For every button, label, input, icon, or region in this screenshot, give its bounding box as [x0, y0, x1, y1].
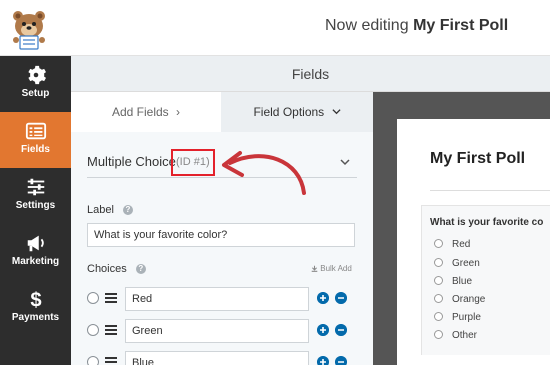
minus-circle-icon[interactable]: [335, 324, 347, 336]
choice-input[interactable]: Red: [125, 287, 309, 311]
field-id-badge: (ID #1): [171, 149, 215, 176]
preview-option-label: Blue: [452, 276, 473, 287]
sidebar-item-label: Settings: [15, 200, 56, 211]
preview-option-label: Purple: [452, 312, 481, 323]
field-type-title: Multiple Choice: [87, 154, 176, 169]
choice-row: Green: [87, 319, 357, 343]
bulk-add-label: Bulk Add: [320, 264, 352, 273]
preview-option: Orange: [434, 294, 485, 305]
plus-circle-icon[interactable]: [317, 292, 329, 304]
chevron-down-icon: [331, 109, 341, 115]
tab-add-fields[interactable]: Add Fields ›: [71, 92, 221, 132]
preview-divider: [430, 190, 550, 191]
sliders-icon: [27, 178, 44, 196]
choice-default-radio[interactable]: [87, 324, 99, 336]
radio-icon: [434, 258, 443, 267]
sidebar-item-label: Fields: [21, 144, 50, 155]
preview-form-title: My First Poll: [430, 150, 526, 167]
fields-list-icon: [25, 122, 46, 140]
radio-icon: [434, 294, 443, 303]
label-heading: Label: [87, 204, 114, 216]
sidebar: Setup Fields Settings Marketing $ Paymen…: [0, 56, 71, 365]
bulk-add-link[interactable]: Bulk Add: [311, 264, 352, 273]
drag-handle-icon[interactable]: [105, 293, 117, 303]
panel-tabs: Add Fields › Field Options: [71, 92, 373, 132]
minus-circle-icon[interactable]: [335, 356, 347, 365]
sidebar-item-marketing[interactable]: Marketing: [0, 224, 71, 280]
radio-icon: [434, 330, 443, 339]
top-bar: Now editing My First Poll: [0, 0, 550, 56]
editing-title: Now editing My First Poll: [325, 17, 508, 35]
tab-field-options[interactable]: Field Options: [221, 92, 373, 132]
wpforms-logo: [13, 11, 45, 50]
annotation-arrow: [222, 151, 306, 195]
preview-field[interactable]: What is your favorite co Red Green Blue …: [421, 205, 550, 355]
gear-icon: [27, 65, 46, 85]
radio-icon: [434, 239, 443, 248]
choice-default-radio[interactable]: [87, 356, 99, 365]
dollar-icon: $: [30, 289, 41, 310]
panel-title: Fields: [291, 66, 330, 82]
preview-option: Other: [434, 330, 477, 341]
tab-label: Field Options: [253, 105, 325, 119]
plus-circle-icon[interactable]: [317, 324, 329, 336]
form-name: My First Poll: [413, 17, 509, 34]
sidebar-item-fields[interactable]: Fields: [0, 112, 71, 168]
preview-option-label: Other: [452, 330, 478, 341]
preview-option: Red: [434, 239, 470, 250]
preview-option-label: Orange: [452, 294, 486, 305]
plus-circle-icon[interactable]: [317, 356, 329, 365]
drag-handle-icon[interactable]: [105, 357, 117, 365]
radio-icon: [434, 276, 443, 285]
field-panel: Add Fields › Field Options Multiple Choi…: [71, 92, 373, 365]
drag-handle-icon[interactable]: [105, 325, 117, 335]
editing-prefix: Now editing: [325, 17, 409, 34]
preview-option-label: Red: [452, 239, 471, 250]
download-icon: [311, 265, 318, 272]
choices-heading-row: Choices ?: [87, 263, 146, 275]
tab-label: Add Fields: [111, 105, 169, 119]
sidebar-item-label: Setup: [21, 88, 50, 99]
chevron-down-icon[interactable]: [339, 156, 351, 168]
preview-option: Purple: [434, 312, 481, 323]
preview-option-label: Green: [452, 258, 480, 269]
sidebar-item-label: Marketing: [11, 256, 60, 267]
label-input[interactable]: What is your favorite color?: [87, 223, 355, 247]
radio-icon: [434, 312, 443, 321]
choice-input[interactable]: Blue: [125, 351, 309, 365]
choice-row: Blue: [87, 351, 357, 365]
svg-text:$: $: [30, 289, 41, 310]
sidebar-item-settings[interactable]: Settings: [0, 168, 71, 224]
preview-option: Green: [434, 258, 480, 269]
chevron-right-icon: ›: [176, 105, 181, 119]
sidebar-item-payments[interactable]: $ Payments: [0, 280, 71, 336]
minus-circle-icon[interactable]: [335, 292, 347, 304]
sidebar-item-setup[interactable]: Setup: [0, 56, 71, 112]
preview-question: What is your favorite co: [430, 217, 544, 228]
choices-heading: Choices: [87, 263, 127, 275]
sidebar-item-label: Payments: [11, 312, 60, 323]
form-preview: My First Poll What is your favorite co R…: [373, 92, 550, 365]
megaphone-icon: [27, 235, 44, 252]
preview-option: Blue: [434, 276, 472, 287]
label-heading-row: Label ?: [87, 204, 133, 216]
choice-input[interactable]: Green: [125, 319, 309, 343]
help-icon[interactable]: ?: [135, 264, 146, 275]
help-icon[interactable]: ?: [122, 205, 133, 216]
choice-default-radio[interactable]: [87, 292, 99, 304]
choice-row: Red: [87, 287, 357, 311]
panel-header: Fields: [71, 56, 550, 92]
